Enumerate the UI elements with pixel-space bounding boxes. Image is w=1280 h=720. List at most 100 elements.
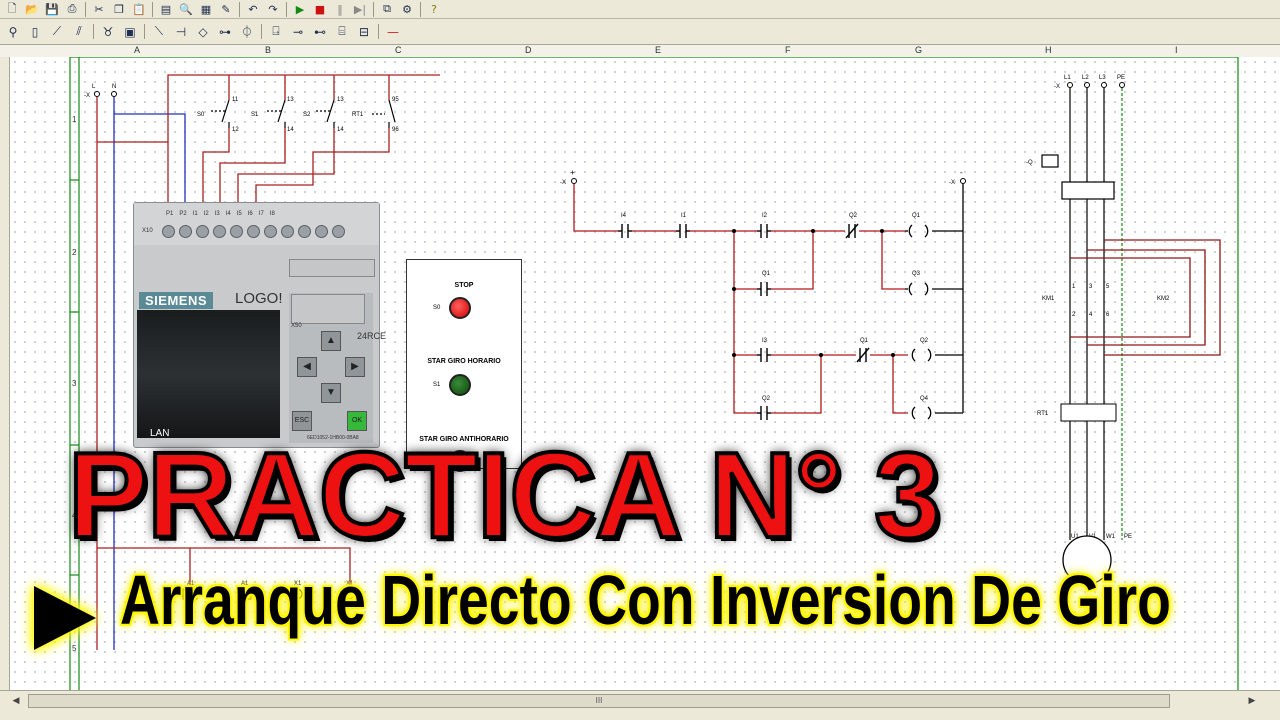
settings-icon[interactable]: ⚙ bbox=[397, 1, 417, 18]
status-bar bbox=[0, 710, 1280, 720]
contact-icon[interactable]: ⟋ bbox=[46, 21, 68, 43]
supply-label-n: N bbox=[112, 84, 116, 90]
switch-terminal: 95 bbox=[392, 97, 399, 103]
cut-icon[interactable]: ✂ bbox=[89, 1, 109, 18]
overload-symbol bbox=[1060, 403, 1117, 422]
step-icon[interactable]: ▶| bbox=[350, 1, 370, 18]
transformer-icon[interactable]: ⌸ bbox=[331, 21, 353, 43]
phase-terminal bbox=[1119, 82, 1125, 88]
scroll-right-icon[interactable]: ▶ bbox=[1244, 693, 1260, 707]
row-number: 3 bbox=[72, 379, 77, 388]
terminal-icon[interactable]: ⊷ bbox=[309, 21, 331, 43]
switch-icon[interactable]: ⫽ bbox=[68, 21, 90, 43]
toolbar-separator bbox=[261, 24, 262, 39]
scroll-thumb[interactable]: III bbox=[28, 694, 1170, 708]
undo-icon[interactable]: ↶ bbox=[243, 1, 263, 18]
plc-x-label: X50 bbox=[291, 323, 302, 329]
ladder-contacts bbox=[618, 223, 870, 420]
help-icon[interactable]: ? bbox=[424, 1, 444, 18]
ladder-minus-terminal bbox=[960, 178, 966, 184]
screw-terminal-icon bbox=[315, 225, 328, 238]
practice-title: PRACTICA N° 3 bbox=[66, 427, 943, 563]
contact-label: Q2 bbox=[762, 396, 771, 402]
screw-terminal-icon bbox=[230, 225, 243, 238]
edit-icon[interactable]: ✎ bbox=[216, 1, 236, 18]
paste-icon[interactable]: 📋 bbox=[129, 1, 149, 18]
save-icon[interactable]: 💾 bbox=[42, 1, 62, 18]
ruler-column-label: H bbox=[1045, 45, 1052, 55]
plc-input-terminals bbox=[162, 225, 345, 238]
screw-terminal-icon bbox=[247, 225, 260, 238]
toolbar-separator bbox=[286, 1, 287, 17]
cw-label: STAR GIRO HORARIO bbox=[427, 358, 501, 365]
ladder-coils bbox=[905, 224, 932, 420]
arrow-right-icon[interactable]: ▶ bbox=[345, 357, 365, 377]
elements-toolbar: ⚲ ▯ ⟋ ⫽ ♉ ▣ ⟍ ⊣ ◇ ⊶ ⏀ ⍈ ⊸ ⊷ ⌸ ⊟ — bbox=[0, 19, 1280, 45]
open-folder-icon[interactable]: 📂 bbox=[22, 1, 42, 18]
l-to-plc bbox=[97, 141, 169, 202]
start-cw-button[interactable] bbox=[449, 374, 471, 396]
pause-icon[interactable]: ‖ bbox=[330, 1, 350, 18]
input-label: P1 bbox=[166, 211, 174, 217]
top-supply-bus bbox=[167, 74, 440, 142]
ladder-terminal: -X bbox=[949, 180, 955, 186]
screw-terminal-icon bbox=[332, 225, 345, 238]
online-icon[interactable]: ⧉ bbox=[377, 1, 397, 18]
stop-label: STOP bbox=[454, 282, 474, 289]
arrow-left-icon[interactable]: ◀ bbox=[297, 357, 317, 377]
toolbar-separator bbox=[373, 1, 374, 17]
ruler-column-label: F bbox=[785, 45, 791, 55]
arrow-up-icon[interactable]: ▲ bbox=[321, 331, 341, 351]
power-circuit: L1 L2 L3 PE -X -Q KM1 KM2 RT1 U1 V1 W1 P… bbox=[1026, 75, 1221, 585]
copy-icon[interactable]: ❐ bbox=[109, 1, 129, 18]
plc-sd-slot bbox=[291, 294, 365, 324]
bus-icon[interactable]: ⊟ bbox=[353, 21, 375, 43]
print-icon[interactable]: ⎙ bbox=[62, 1, 82, 18]
stop-code: S0 bbox=[433, 305, 441, 311]
toolbar-separator bbox=[152, 1, 153, 17]
input-label: P2 bbox=[179, 211, 187, 217]
terminal-l bbox=[94, 91, 100, 97]
toolbar-separator bbox=[378, 24, 379, 39]
diode-icon[interactable]: ⟍ bbox=[148, 21, 170, 43]
arrow-down-icon[interactable]: ▼ bbox=[321, 383, 341, 403]
simulate-run-icon[interactable]: ▶ bbox=[290, 1, 310, 18]
toolbar-separator bbox=[93, 24, 94, 39]
fuse-icon[interactable]: ▯ bbox=[24, 21, 46, 43]
stop-button[interactable] bbox=[449, 297, 471, 319]
timer-icon[interactable]: ⍈ bbox=[265, 21, 287, 43]
stop-icon[interactable]: ■ bbox=[310, 1, 330, 18]
plc-keypad: X50 24RCE ▲ ◀ ▶ ▼ ESC OK 6ED1052-1HB00-0… bbox=[289, 293, 386, 443]
capacitor-icon[interactable]: ⊶ bbox=[214, 21, 236, 43]
redo-icon[interactable]: ↷ bbox=[263, 1, 283, 18]
wire-s2-i3 bbox=[237, 128, 335, 202]
horizontal-scrollbar[interactable]: ◀ III ▶ bbox=[0, 690, 1280, 711]
delete-icon[interactable]: ▤ bbox=[156, 1, 176, 18]
motor-icon[interactable]: ♉ bbox=[97, 21, 119, 43]
breaker-symbol bbox=[1041, 154, 1115, 200]
plc-display bbox=[137, 310, 280, 438]
contact-label: Q2 bbox=[849, 213, 858, 219]
practice-subtitle: Arranque Directo Con Inversion De Giro bbox=[120, 561, 1171, 639]
plc-input-labels: P1 P2 I1 I2 I3 I4 I5 I6 I7 I8 bbox=[166, 211, 275, 217]
coil-icon[interactable]: ⏀ bbox=[236, 21, 258, 43]
inductor-icon[interactable]: ⊸ bbox=[287, 21, 309, 43]
properties-icon[interactable]: ▦ bbox=[196, 1, 216, 18]
new-file-icon[interactable]: 🗋 bbox=[2, 1, 22, 18]
lamp-icon[interactable]: ⚲ bbox=[2, 21, 24, 43]
contact-label: I1 bbox=[681, 213, 687, 219]
left-tool-strip bbox=[0, 57, 10, 690]
scroll-left-icon[interactable]: ◀ bbox=[8, 693, 24, 707]
switch-terminal: 13 bbox=[337, 97, 344, 103]
screw-terminal-icon bbox=[281, 225, 294, 238]
ruler-column-label: A bbox=[134, 45, 141, 55]
n-to-plc bbox=[114, 113, 186, 202]
node-icon[interactable]: ◇ bbox=[192, 21, 214, 43]
resistor-icon[interactable]: ⊣ bbox=[170, 21, 192, 43]
line-icon[interactable]: — bbox=[382, 21, 404, 43]
input-label: I1 bbox=[192, 211, 198, 217]
screw-terminal-icon bbox=[162, 225, 175, 238]
relay-icon[interactable]: ▣ bbox=[119, 21, 141, 43]
zoom-icon[interactable]: 🔍 bbox=[176, 1, 196, 18]
switch-label: S2 bbox=[303, 112, 311, 118]
